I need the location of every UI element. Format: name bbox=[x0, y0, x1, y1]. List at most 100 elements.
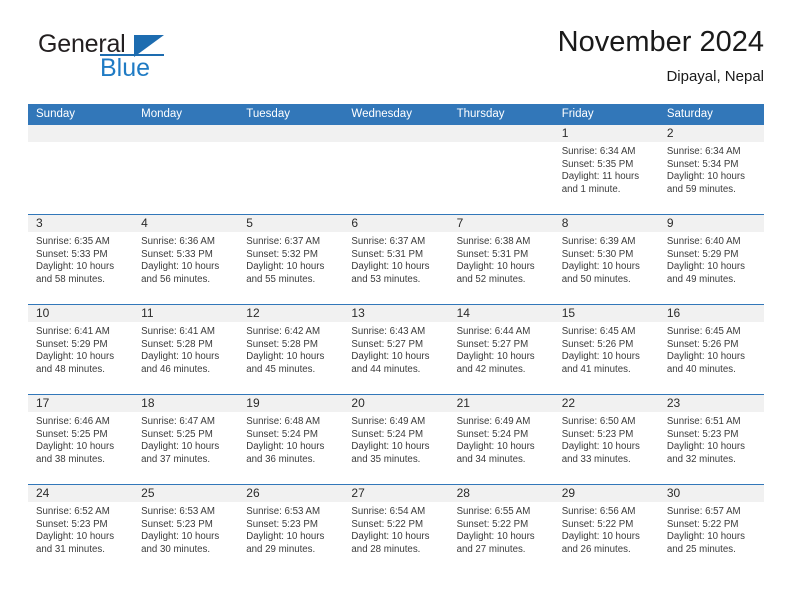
daylight-duration-line1: Daylight: 10 hours bbox=[561, 261, 640, 273]
page-header: General Blue November 2024 Dipayal, Nepa… bbox=[28, 24, 764, 96]
day-sun-info: Sunrise: 6:38 AM Sunset: 5:31 PM Daylight:… bbox=[449, 232, 554, 286]
sunset-time: Sunset: 5:24 PM bbox=[246, 428, 318, 440]
daylight-duration-line1: Daylight: 10 hours bbox=[36, 441, 115, 453]
sunrise-time: Sunrise: 6:53 AM bbox=[141, 506, 215, 517]
calendar-day-cell[interactable]: 10 Sunrise: 6:41 AM Sunset: 5:29 PM Dayligh… bbox=[28, 305, 134, 394]
calendar-week-row: 10 Sunrise: 6:41 AM Sunset: 5:29 PM Dayligh… bbox=[28, 304, 764, 394]
day-number: 29 bbox=[553, 485, 659, 502]
sunrise-time: Sunrise: 6:45 AM bbox=[666, 326, 741, 337]
calendar-day-cell[interactable]: 9 Sunrise: 6:40 AM Sunset: 5:29 PM Daylight… bbox=[658, 215, 764, 304]
day-number bbox=[343, 125, 449, 142]
calendar-day-cell[interactable]: 8 Sunrise: 6:39 AM Sunset: 5:30 PM Daylight… bbox=[553, 215, 659, 304]
calendar-day-cell[interactable]: 29 Sunrise: 6:56 AM Sunset: 5:22 PM Dayligh… bbox=[553, 485, 659, 574]
calendar-day-cell[interactable]: 17 Sunrise: 6:46 AM Sunset: 5:25 PM Dayligh… bbox=[28, 395, 134, 484]
calendar-day-cell[interactable]: 23 Sunrise: 6:51 AM Sunset: 5:23 PM Dayligh… bbox=[658, 395, 764, 484]
sunrise-time: Sunrise: 6:39 AM bbox=[561, 236, 636, 247]
calendar-day-cell[interactable]: 7 Sunrise: 6:38 AM Sunset: 5:31 PM Daylight… bbox=[448, 215, 554, 304]
daylight-duration-line2: and 30 minutes. bbox=[141, 543, 211, 555]
sunset-time: Sunset: 5:23 PM bbox=[36, 518, 108, 530]
daylight-duration-line1: Daylight: 10 hours bbox=[246, 441, 325, 453]
daylight-duration-line1: Daylight: 10 hours bbox=[351, 261, 430, 273]
calendar-day-cell[interactable]: 13 Sunrise: 6:43 AM Sunset: 5:27 PM Dayligh… bbox=[343, 305, 449, 394]
weekday-header-friday: Friday bbox=[561, 108, 594, 120]
day-sun-info: Sunrise: 6:57 AM Sunset: 5:22 PM Daylight:… bbox=[659, 502, 764, 556]
sunrise-time: Sunrise: 6:41 AM bbox=[141, 326, 215, 337]
general-blue-logo[interactable]: General Blue bbox=[38, 32, 168, 88]
daylight-duration-line1: Daylight: 10 hours bbox=[246, 531, 325, 543]
daylight-duration-line1: Daylight: 10 hours bbox=[456, 531, 535, 543]
calendar-day-cell[interactable]: 16 Sunrise: 6:45 AM Sunset: 5:26 PM Dayligh… bbox=[658, 305, 764, 394]
calendar-day-cell[interactable]: 25 Sunrise: 6:53 AM Sunset: 5:23 PM Dayligh… bbox=[133, 485, 239, 574]
calendar-day-cell[interactable]: 24 Sunrise: 6:52 AM Sunset: 5:23 PM Dayligh… bbox=[28, 485, 134, 574]
calendar-day-cell[interactable]: 11 Sunrise: 6:41 AM Sunset: 5:28 PM Dayligh… bbox=[133, 305, 239, 394]
day-sun-info: Sunrise: 6:36 AM Sunset: 5:33 PM Daylight:… bbox=[133, 232, 238, 286]
day-number bbox=[133, 125, 239, 142]
calendar-cell-empty bbox=[133, 125, 239, 214]
calendar-day-cell[interactable]: 2 Sunrise: 6:34 AM Sunset: 5:34 PM Daylight… bbox=[658, 125, 764, 214]
daylight-duration-line2: and 1 minute. bbox=[561, 183, 621, 195]
daylight-duration-line2: and 59 minutes. bbox=[666, 183, 736, 195]
calendar-day-cell[interactable]: 20 Sunrise: 6:49 AM Sunset: 5:24 PM Dayligh… bbox=[343, 395, 449, 484]
day-number: 28 bbox=[448, 485, 554, 502]
weekday-header-monday: Monday bbox=[141, 108, 183, 120]
sunset-time: Sunset: 5:24 PM bbox=[456, 428, 529, 440]
sunset-time: Sunset: 5:30 PM bbox=[561, 248, 634, 260]
sunrise-time: Sunrise: 6:48 AM bbox=[246, 416, 321, 427]
day-number: 1 bbox=[553, 125, 659, 142]
calendar-day-cell[interactable]: 12 Sunrise: 6:42 AM Sunset: 5:28 PM Dayligh… bbox=[238, 305, 344, 394]
daylight-duration-line2: and 52 minutes. bbox=[456, 273, 526, 285]
weekday-header-saturday: Saturday bbox=[666, 108, 713, 120]
daylight-duration-line1: Daylight: 10 hours bbox=[246, 351, 325, 363]
daylight-duration-line2: and 33 minutes. bbox=[561, 453, 631, 465]
day-sun-info: Sunrise: 6:42 AM Sunset: 5:28 PM Daylight:… bbox=[238, 322, 343, 376]
sunrise-time: Sunrise: 6:36 AM bbox=[141, 236, 215, 247]
day-sun-info: Sunrise: 6:53 AM Sunset: 5:23 PM Daylight:… bbox=[133, 502, 238, 556]
sunrise-time: Sunrise: 6:45 AM bbox=[561, 326, 636, 337]
sunset-time: Sunset: 5:25 PM bbox=[36, 428, 108, 440]
calendar-day-cell[interactable]: 22 Sunrise: 6:50 AM Sunset: 5:23 PM Dayligh… bbox=[553, 395, 659, 484]
day-number bbox=[448, 125, 554, 142]
location-subtitle: Dipayal, Nepal bbox=[666, 68, 764, 85]
day-sun-info: Sunrise: 6:47 AM Sunset: 5:25 PM Daylight:… bbox=[133, 412, 238, 466]
daylight-duration-line2: and 48 minutes. bbox=[36, 363, 105, 375]
sunset-time: Sunset: 5:31 PM bbox=[456, 248, 529, 260]
calendar-day-cell[interactable]: 3 Sunrise: 6:35 AM Sunset: 5:33 PM Daylight… bbox=[28, 215, 134, 304]
day-sun-info: Sunrise: 6:49 AM Sunset: 5:24 PM Daylight:… bbox=[449, 412, 554, 466]
calendar-day-cell[interactable]: 19 Sunrise: 6:48 AM Sunset: 5:24 PM Dayligh… bbox=[238, 395, 344, 484]
calendar-day-cell[interactable]: 21 Sunrise: 6:49 AM Sunset: 5:24 PM Dayligh… bbox=[448, 395, 554, 484]
daylight-duration-line2: and 29 minutes. bbox=[246, 543, 316, 555]
calendar-day-cell[interactable]: 28 Sunrise: 6:55 AM Sunset: 5:22 PM Dayligh… bbox=[448, 485, 554, 574]
daylight-duration-line2: and 25 minutes. bbox=[666, 543, 736, 555]
sunrise-time: Sunrise: 6:46 AM bbox=[36, 416, 110, 427]
daylight-duration-line1: Daylight: 10 hours bbox=[351, 531, 430, 543]
calendar-day-cell[interactable]: 14 Sunrise: 6:44 AM Sunset: 5:27 PM Dayligh… bbox=[448, 305, 554, 394]
sunset-time: Sunset: 5:32 PM bbox=[246, 248, 318, 260]
calendar-day-cell[interactable]: 5 Sunrise: 6:37 AM Sunset: 5:32 PM Daylight… bbox=[238, 215, 344, 304]
calendar-day-cell[interactable]: 6 Sunrise: 6:37 AM Sunset: 5:31 PM Daylight… bbox=[343, 215, 449, 304]
day-number: 8 bbox=[553, 215, 659, 232]
sunset-time: Sunset: 5:26 PM bbox=[666, 338, 739, 350]
daylight-duration-line2: and 31 minutes. bbox=[36, 543, 105, 555]
day-number: 7 bbox=[448, 215, 554, 232]
calendar-day-cell[interactable]: 27 Sunrise: 6:54 AM Sunset: 5:22 PM Dayligh… bbox=[343, 485, 449, 574]
calendar-day-cell[interactable]: 26 Sunrise: 6:53 AM Sunset: 5:23 PM Dayligh… bbox=[238, 485, 344, 574]
daylight-duration-line1: Daylight: 10 hours bbox=[351, 441, 430, 453]
day-number bbox=[28, 125, 134, 142]
daylight-duration-line2: and 36 minutes. bbox=[246, 453, 316, 465]
calendar-day-cell[interactable]: 1 Sunrise: 6:34 AM Sunset: 5:35 PM Daylight… bbox=[553, 125, 659, 214]
sunrise-time: Sunrise: 6:37 AM bbox=[351, 236, 426, 247]
day-sun-info: Sunrise: 6:43 AM Sunset: 5:27 PM Daylight:… bbox=[343, 322, 448, 376]
daylight-duration-line2: and 34 minutes. bbox=[456, 453, 526, 465]
sunrise-time: Sunrise: 6:40 AM bbox=[666, 236, 741, 247]
calendar-day-cell[interactable]: 18 Sunrise: 6:47 AM Sunset: 5:25 PM Dayligh… bbox=[133, 395, 239, 484]
sunrise-time: Sunrise: 6:49 AM bbox=[351, 416, 426, 427]
sunset-time: Sunset: 5:27 PM bbox=[351, 338, 424, 350]
day-number: 21 bbox=[448, 395, 554, 412]
calendar-day-cell[interactable]: 4 Sunrise: 6:36 AM Sunset: 5:33 PM Daylight… bbox=[133, 215, 239, 304]
daylight-duration-line1: Daylight: 10 hours bbox=[141, 351, 220, 363]
daylight-duration-line2: and 56 minutes. bbox=[141, 273, 211, 285]
daylight-duration-line2: and 58 minutes. bbox=[36, 273, 105, 285]
calendar-day-cell[interactable]: 30 Sunrise: 6:57 AM Sunset: 5:22 PM Dayligh… bbox=[658, 485, 764, 574]
day-number: 9 bbox=[658, 215, 764, 232]
calendar-day-cell[interactable]: 15 Sunrise: 6:45 AM Sunset: 5:26 PM Dayligh… bbox=[553, 305, 659, 394]
